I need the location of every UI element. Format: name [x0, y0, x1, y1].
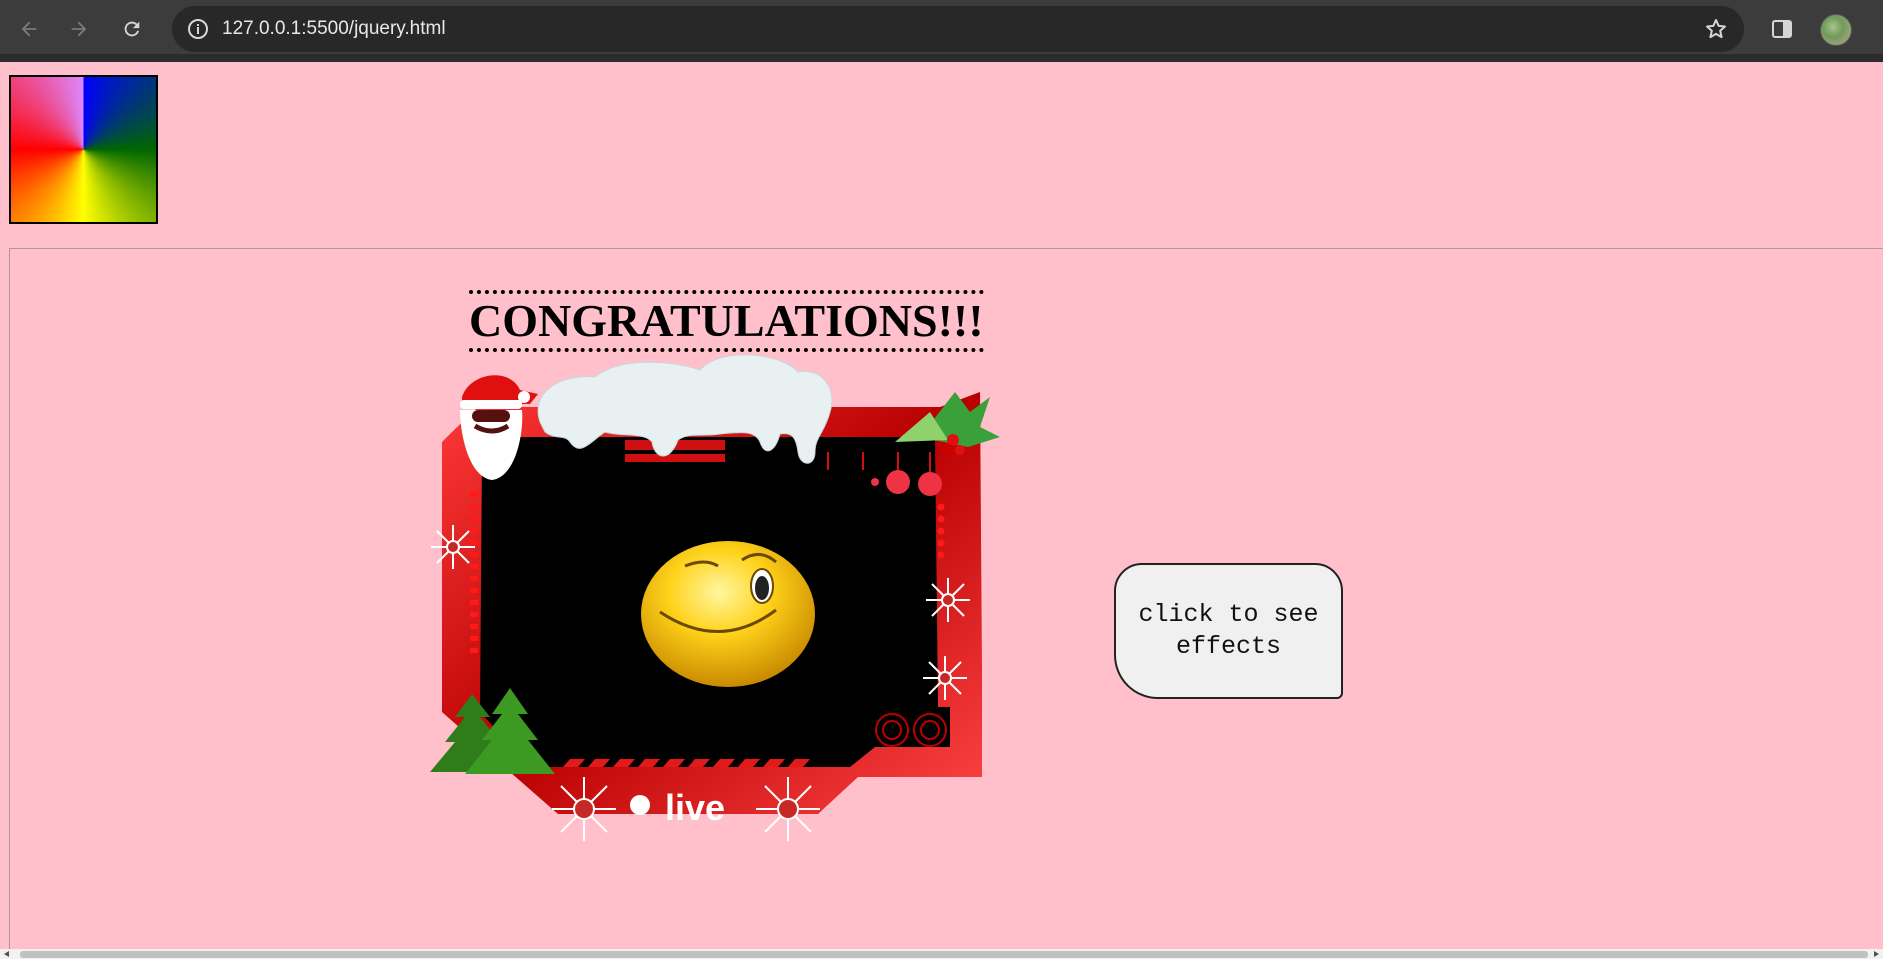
live-dot: [630, 795, 650, 815]
avatar[interactable]: [1820, 14, 1852, 46]
forward-button[interactable]: [64, 14, 94, 44]
back-button[interactable]: [14, 14, 44, 44]
star-icon[interactable]: [1704, 17, 1728, 41]
reload-icon: [124, 21, 140, 37]
reload-button[interactable]: [117, 14, 147, 44]
horizontal-scrollbar[interactable]: [0, 949, 1883, 959]
scroll-left-icon[interactable]: [4, 951, 9, 957]
browser-toolbar: 127.0.0.1:5500/jquery.html: [0, 0, 1883, 62]
info-icon[interactable]: [186, 17, 210, 41]
arrow-right-icon: [71, 21, 87, 37]
live-label: live: [665, 787, 725, 828]
toolbar-divider: [0, 54, 1883, 62]
url-text[interactable]: 127.0.0.1:5500/jquery.html: [222, 16, 446, 42]
scroll-right-icon[interactable]: [1874, 951, 1879, 957]
address-bar[interactable]: 127.0.0.1:5500/jquery.html: [172, 6, 1744, 52]
color-wheel-square: [9, 75, 158, 224]
effects-button[interactable]: click to see effects: [1114, 563, 1343, 699]
scroll-thumb[interactable]: [20, 951, 1868, 958]
winking-smiley: [641, 541, 815, 687]
christmas-live-frame: live: [430, 354, 1000, 841]
side-panel-icon[interactable]: [1770, 17, 1794, 41]
arrow-left-icon: [21, 21, 37, 37]
page-title: CONGRATULATIONS!!!: [469, 290, 984, 352]
